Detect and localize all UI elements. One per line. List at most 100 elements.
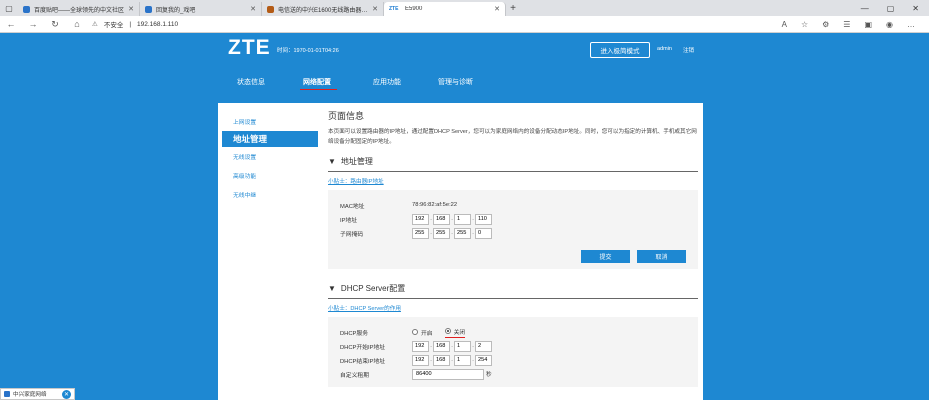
address-tip-link[interactable]: 小贴士：路由器IP地址 [328,177,384,185]
extensions-icon[interactable]: ⚙ [822,20,829,29]
ip-octet-2[interactable] [433,213,450,225]
dhcp-on-label: 开启 [421,330,433,337]
favorites-list-icon[interactable]: ☰ [843,20,850,29]
browser-tab-active[interactable]: ZTE E5900 ✕ [384,2,506,16]
dhcp-end-label: DHCP结束IP地址 [340,358,386,365]
ip-label: IP地址 [340,217,358,224]
close-icon[interactable]: ✕ [128,5,134,13]
tab-title: 回复我的_戏吧 [156,7,196,14]
browser-tab[interactable]: 回复我的_戏吧 ✕ [140,2,262,16]
close-window-icon[interactable]: ✕ [912,4,919,13]
mask-octet-2[interactable] [433,227,450,239]
sidebar-item-repeater[interactable]: 无线中继 [222,185,318,204]
ip-input-group: . . . [412,213,492,225]
tab-title: E5900 [405,6,423,12]
ip-octet-3[interactable] [454,213,471,225]
sidebar: 上网设置 地址管理 无线设置 高级功能 无线中继 [222,112,318,204]
nav-network[interactable]: 网络配置 [300,77,337,90]
close-icon[interactable]: ✕ [250,5,256,13]
dhcp-section-header[interactable]: ▼ DHCP Server配置 [328,283,698,299]
end-octet-2[interactable] [433,354,450,366]
dhcp-end-row: DHCP结束IP地址 . . . [340,353,698,367]
home-icon[interactable]: ⌂ [66,19,88,29]
sidebar-item-address[interactable]: 地址管理 [222,131,318,147]
sidebar-item-advanced[interactable]: 高级功能 [222,166,318,185]
sidebar-item-internet[interactable]: 上网设置 [222,112,318,131]
address-form: MAC地址 78:96:82:af:5e:22 IP地址 . . . 子网掩码 … [328,190,698,269]
close-icon[interactable]: ✕ [494,5,500,13]
dhcp-form: DHCP服务 开启 关闭 DHCP开始IP地址 . . . [328,317,698,387]
ip-row: IP地址 . . . [340,212,698,226]
start-octet-4[interactable] [475,340,492,352]
mask-octet-4[interactable] [475,227,492,239]
address-section-header[interactable]: ▼ 地址管理 [328,156,698,172]
end-octet-3[interactable] [454,354,471,366]
end-octet-4[interactable] [475,354,492,366]
end-octet-1[interactable] [412,354,429,366]
user-name: admin [657,46,672,52]
new-tab-icon[interactable]: + [506,3,520,14]
url-field[interactable]: ⚠ 不安全 | 192.168.1.110 [92,19,179,30]
address-section-title: 地址管理 [340,157,373,166]
dhcp-start-row: DHCP开始IP地址 . . . [340,339,698,353]
mac-label: MAC地址 [340,203,365,210]
nav-management[interactable]: 管理与诊断 [438,77,473,87]
dhcp-on-radio[interactable]: 开启 [412,328,433,337]
ip-octet-1[interactable] [412,213,429,225]
close-icon[interactable]: ✕ [62,389,71,399]
maximize-icon[interactable]: ▢ [887,4,895,13]
content-panel: 上网设置 地址管理 无线设置 高级功能 无线中继 页面信息 本页面可以设置路由器… [218,103,703,400]
zte-logo: ZTE [228,36,271,59]
main-content: 页面信息 本页面可以设置路由器的IP地址，通过配置DHCP Server，您可以… [328,109,698,387]
mask-octet-1[interactable] [412,227,429,239]
tab-title: 百度贴吧——全球领先的中文社区 [34,7,125,14]
dhcp-section-title: DHCP Server配置 [340,284,406,293]
page-info-title: 页面信息 [328,111,365,121]
start-octet-1[interactable] [412,340,429,352]
dhcp-tip-link[interactable]: 小贴士：DHCP Server的作用 [328,304,401,312]
mask-input-group: . . . [412,227,492,239]
refresh-icon[interactable]: ↻ [44,19,66,30]
lease-input[interactable] [412,368,484,380]
collections-icon[interactable]: ▣ [864,20,872,29]
url-separator: | [129,20,132,28]
orange-icon [267,5,274,13]
submit-button[interactable]: 提交 [581,250,630,263]
forward-icon[interactable]: → [22,19,44,29]
logout-link[interactable]: 注销 [683,46,694,54]
baidu-icon [145,5,152,13]
dhcp-off-label: 关闭 [453,329,466,336]
mask-label: 子网掩码 [340,231,364,238]
dhcp-service-row: DHCP服务 开启 关闭 [340,325,698,339]
dhcp-end-input-group: . . . [412,354,492,366]
back-icon[interactable]: ← [0,19,22,29]
dhcp-off-radio[interactable]: 关闭 [444,327,466,338]
bottom-tab-label: 中兴家庭网络 [13,392,47,398]
favorite-icon[interactable]: ☆ [801,20,808,29]
url-text: 192.168.1.110 [137,20,179,28]
start-octet-3[interactable] [454,340,471,352]
more-icon[interactable]: … [907,20,915,29]
system-time: 时间：1970-01-01T04:26 [277,48,339,54]
page-info-description: 本页面可以设置路由器的IP地址，通过配置DHCP Server，您可以为家庭网络… [328,129,697,145]
profile-icon[interactable]: ◉ [886,20,893,29]
router-header: ZTE 时间：1970-01-01T04:26 进入极简模式 admin 注销 … [0,33,929,103]
radio-icon [412,329,418,335]
ip-octet-4[interactable] [475,213,492,225]
close-icon[interactable]: ✕ [372,5,378,13]
sidebar-item-wireless[interactable]: 无线设置 [222,147,318,166]
collapse-triangle-icon: ▼ [328,284,336,293]
cancel-button[interactable]: 取消 [637,250,686,263]
minimize-icon[interactable]: — [861,4,869,13]
start-octet-2[interactable] [433,340,450,352]
lease-unit: 秒 [486,372,492,378]
nav-status[interactable]: 状态信息 [237,77,265,87]
browser-tab[interactable]: 百度贴吧——全球领先的中文社区 ✕ [18,2,140,16]
window-menu-icon[interactable]: ▢ [0,4,18,13]
browser-tab[interactable]: 电信送的中兴E1600无线路由器优化... ✕ [262,2,384,16]
quick-mode-button[interactable]: 进入极简模式 [590,42,650,58]
nav-apps[interactable]: 应用功能 [373,77,401,87]
mask-octet-3[interactable] [454,227,471,239]
read-aloud-icon[interactable]: A [782,20,787,29]
bottom-status-tab[interactable]: 中兴家庭网络 ✕ [0,388,75,400]
